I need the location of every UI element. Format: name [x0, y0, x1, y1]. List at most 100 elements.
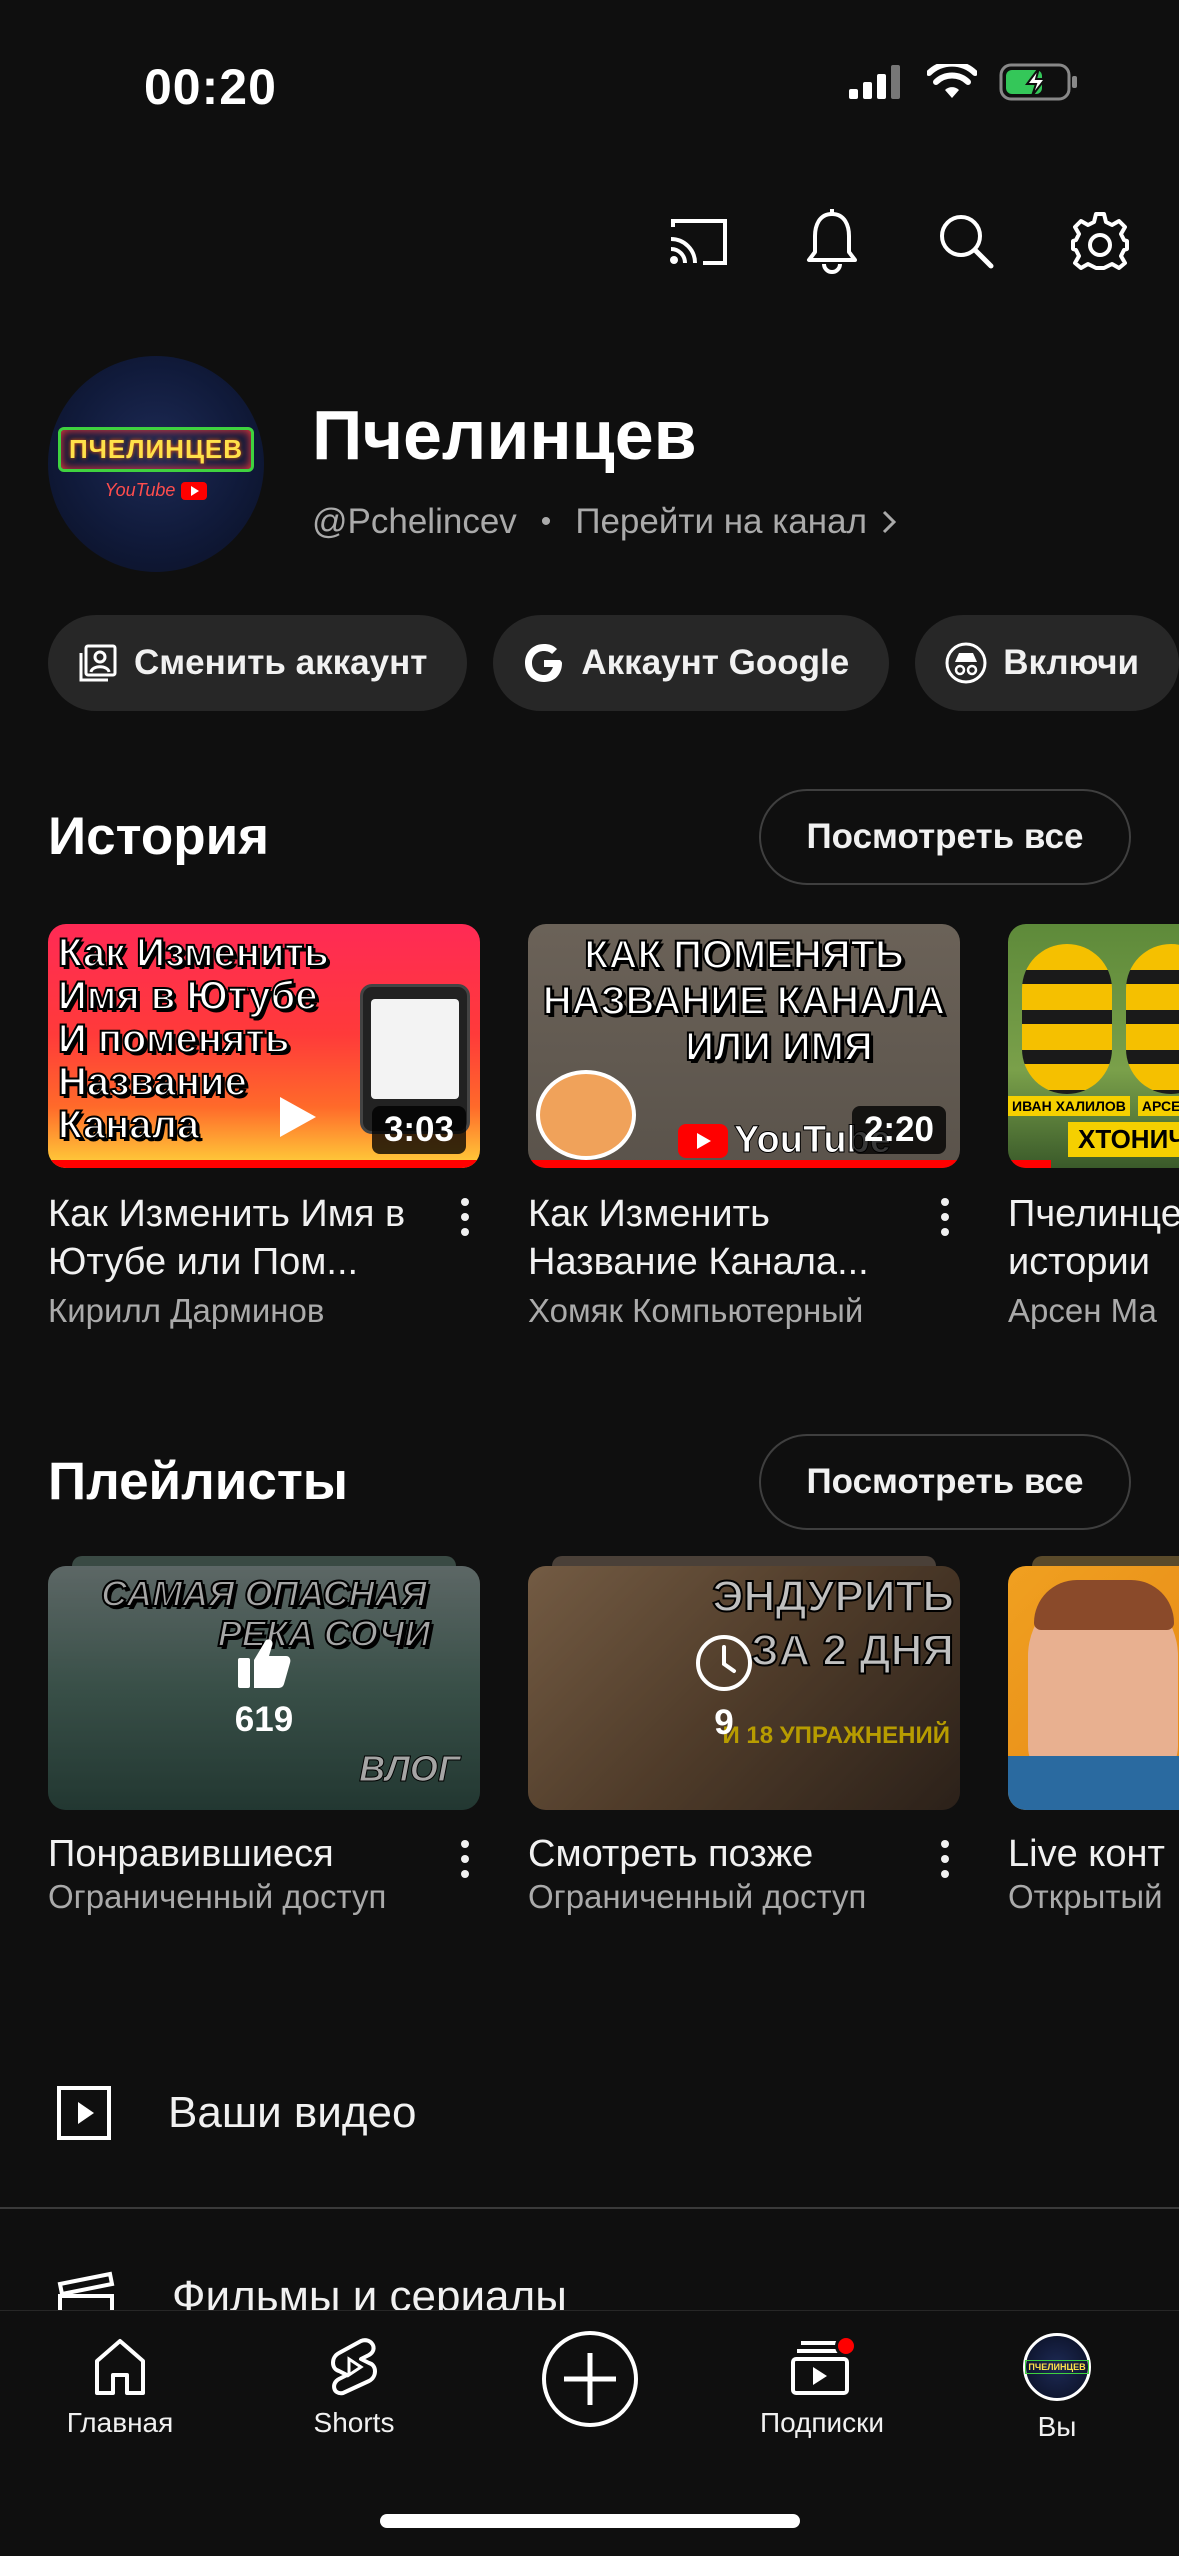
playlist-card[interactable]: Live конт Открытый — [1008, 1556, 1179, 1916]
playlist-count: 619 — [234, 1700, 294, 1739]
playlist-card[interactable]: САМАЯ ОПАСНАЯ РЕКА СОЧИ ВЛОГ 619 Понрави… — [48, 1556, 480, 1916]
subscriptions-icon-wrap — [789, 2335, 857, 2397]
nav-shorts[interactable]: Shorts — [254, 2337, 454, 2439]
avatar-logo-sub: YouTube — [105, 480, 208, 501]
playlist-title[interactable]: Live конт — [1008, 1830, 1179, 1878]
home-icon — [95, 2339, 145, 2395]
nav-subscriptions-label: Подписки — [759, 2407, 885, 2438]
nav-you-label: Вы — [1037, 2411, 1077, 2442]
play-icon — [280, 1097, 316, 1137]
play-square-icon — [57, 2086, 111, 2140]
thumb-name-labels: ИВАН ХАЛИЛОВ АРСЕН МАР — [1008, 1096, 1179, 1116]
video-title[interactable]: Пчелинцев истории — [1008, 1190, 1179, 1286]
go-to-channel-label: Перейти на канал — [575, 502, 868, 541]
top-toolbar — [667, 205, 1131, 277]
thumb-line: НАЗВАНИЕ КАНАЛА — [542, 978, 947, 1024]
playlists-see-all-button[interactable]: Посмотреть все — [759, 1434, 1131, 1530]
nav-subscriptions[interactable]: Подписки — [722, 2335, 922, 2439]
thumb-line: Как Изменить — [57, 931, 330, 976]
bee-costume-person — [1126, 944, 1179, 1094]
your-videos-row[interactable]: Ваши видео — [0, 2048, 1179, 2178]
more-options-icon[interactable] — [930, 1840, 960, 1878]
playlist-title[interactable]: Смотреть позже — [528, 1830, 960, 1878]
watch-progress-bar — [48, 1160, 480, 1168]
youtube-logo-icon — [181, 481, 208, 500]
thumb-caption: ХТОНИЧ — [1068, 1122, 1179, 1157]
status-icons — [849, 60, 1079, 107]
video-thumbnail[interactable]: ИВАН ХАЛИЛОВ АРСЕН МАР ХТОНИЧ — [1008, 924, 1179, 1168]
thumb-label: АРСЕН МАР — [1137, 1096, 1179, 1116]
video-title[interactable]: Как Изменить Название Канала... — [528, 1190, 960, 1286]
video-channel: Кирилл Дарминов — [48, 1292, 325, 1329]
nav-you[interactable]: ПЧЕЛИНЦЕВ Вы — [957, 2333, 1157, 2443]
google-account-chip[interactable]: Аккаунт Google — [493, 615, 890, 711]
bee-costume-person — [1022, 944, 1112, 1094]
more-options-icon[interactable] — [450, 1198, 480, 1236]
nav-home-label: Главная — [66, 2407, 174, 2438]
search-icon[interactable] — [935, 205, 997, 277]
cellular-signal-icon — [849, 65, 905, 104]
go-to-channel-link[interactable]: Перейти на канал — [575, 502, 897, 542]
gear-icon[interactable] — [1069, 205, 1131, 277]
thumb-line: КАК ПОМЕНЯТЬ — [583, 932, 905, 978]
profile-name: Пчелинцев — [312, 396, 697, 474]
video-thumbnail[interactable]: КАК ПОМЕНЯТЬ НАЗВАНИЕ КАНАЛА ИЛИ ИМЯ You… — [528, 924, 960, 1168]
playlist-thumbnail[interactable]: САМАЯ ОПАСНАЯ РЕКА СОЧИ ВЛОГ 619 — [48, 1566, 480, 1810]
watch-progress-bar — [1008, 1160, 1052, 1168]
thumb-line: Имя в Ютубе — [57, 974, 319, 1019]
history-row: Как Изменить Имя в Ютубе И поменять Назв… — [48, 924, 1179, 1330]
playlist-thumbnail[interactable] — [1008, 1566, 1179, 1810]
more-options-icon[interactable] — [450, 1840, 480, 1878]
playlists-title: Плейлисты — [48, 1452, 349, 1511]
playlist-privacy: Ограниченный доступ — [48, 1878, 387, 1915]
playlist-privacy: Ограниченный доступ — [528, 1878, 867, 1915]
history-video-card[interactable]: ИВАН ХАЛИЛОВ АРСЕН МАР ХТОНИЧ Пчелинцев … — [1008, 924, 1179, 1330]
video-thumbnail[interactable]: Как Изменить Имя в Ютубе И поменять Назв… — [48, 924, 480, 1168]
history-title: История — [48, 807, 270, 866]
switch-account-chip[interactable]: Сменить аккаунт — [48, 615, 468, 711]
account-chips: Сменить аккаунт Аккаунт Google Включи — [48, 615, 1179, 711]
video-duration: 3:03 — [371, 1106, 466, 1154]
nav-shorts-label: Shorts — [313, 2407, 395, 2438]
clapperboard-icon — [57, 2271, 115, 2310]
incognito-icon — [945, 642, 987, 684]
profile-meta: @Pchelincev • Перейти на канал — [312, 502, 897, 542]
youtube-logo-icon — [678, 1123, 728, 1158]
nav-create[interactable] — [490, 2329, 690, 2429]
incognito-label: Включи — [1003, 643, 1140, 682]
thumb-text: КАК ПОМЕНЯТЬ НАЗВАНИЕ КАНАЛА ИЛИ ИМЯ — [528, 932, 960, 1070]
movies-row[interactable]: Фильмы и сериалы — [0, 2246, 1179, 2310]
status-time: 00:20 — [144, 59, 277, 115]
watch-progress-bar — [528, 1160, 960, 1168]
avatar-logo-text: ПЧЕЛИНЦЕВ — [57, 427, 255, 472]
video-duration: 2:20 — [851, 1106, 946, 1154]
shorts-icon — [331, 2338, 377, 2396]
clock-icon — [696, 1635, 752, 1691]
playlist-card[interactable]: ЭНДУРИТЬ ЗА 2 ДНЯ И 18 УПРАЖНЕНИЙ 9 Смот… — [528, 1556, 960, 1916]
more-options-icon[interactable] — [930, 1198, 960, 1236]
history-see-all-button[interactable]: Посмотреть все — [759, 789, 1131, 885]
plus-circle-icon — [542, 2331, 638, 2427]
you-avatar: ПЧЕЛИНЦЕВ — [1023, 2333, 1091, 2401]
playlist-title[interactable]: Понравившиеся — [48, 1830, 480, 1878]
notification-dot — [835, 2335, 857, 2357]
thumb-label: ИВАН ХАЛИЛОВ — [1008, 1096, 1130, 1116]
battery-charging-icon — [999, 62, 1079, 107]
history-video-card[interactable]: КАК ПОМЕНЯТЬ НАЗВАНИЕ КАНАЛА ИЛИ ИМЯ You… — [528, 924, 960, 1330]
profile-handle: @Pchelincev — [312, 502, 517, 541]
google-account-label: Аккаунт Google — [581, 643, 850, 682]
video-title[interactable]: Как Изменить Имя в Ютубе или Пом... — [48, 1190, 480, 1286]
cast-icon[interactable] — [667, 205, 729, 277]
bell-icon[interactable] — [801, 205, 863, 277]
playlists-row: САМАЯ ОПАСНАЯ РЕКА СОЧИ ВЛОГ 619 Понрави… — [48, 1556, 1179, 1916]
history-video-card[interactable]: Как Изменить Имя в Ютубе И поменять Назв… — [48, 924, 480, 1330]
person-shirt — [1008, 1756, 1179, 1810]
nav-home[interactable]: Главная — [20, 2337, 220, 2439]
hamster-mascot-graphic — [536, 1070, 636, 1160]
video-channel: Хомяк Компьютерный — [528, 1292, 864, 1329]
google-g-icon — [525, 644, 563, 682]
channel-avatar[interactable]: ПЧЕЛИНЦЕВ YouTube — [48, 356, 264, 572]
incognito-chip[interactable]: Включи — [915, 615, 1179, 711]
playlist-thumbnail[interactable]: ЭНДУРИТЬ ЗА 2 ДНЯ И 18 УПРАЖНЕНИЙ 9 — [528, 1566, 960, 1810]
you-avatar-text: ПЧЕЛИНЦЕВ — [1025, 2360, 1089, 2374]
